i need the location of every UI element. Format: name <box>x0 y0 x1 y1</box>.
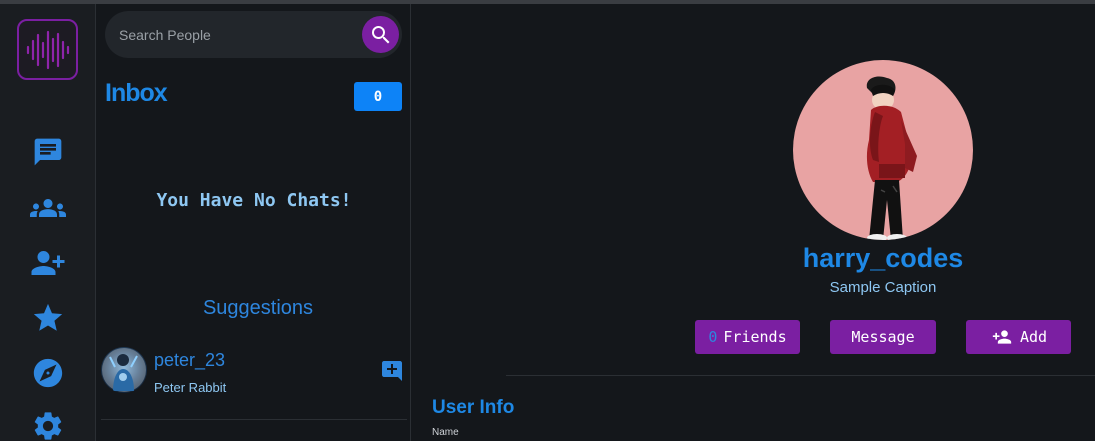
profile-avatar <box>793 60 973 240</box>
nav-groups-button[interactable] <box>28 190 68 226</box>
message-button[interactable]: Message <box>830 320 936 354</box>
profile-caption: Sample Caption <box>829 279 937 296</box>
friends-label: Friends <box>723 328 787 346</box>
nav-chats-button[interactable] <box>28 134 68 170</box>
add-friend-icon <box>31 251 65 275</box>
profile-figure <box>866 76 917 240</box>
nav-add-friend-button[interactable] <box>28 245 68 281</box>
name-label: Name <box>432 427 459 438</box>
suggestion-username[interactable]: peter_23 <box>154 350 225 371</box>
groups-icon <box>30 199 66 217</box>
search-bar <box>105 11 402 58</box>
suggestion-fullname: Peter Rabbit <box>154 380 227 395</box>
add-friend-button[interactable]: Add <box>966 320 1071 354</box>
user-info-title: User Info <box>432 397 515 418</box>
star-icon <box>33 303 63 331</box>
compass-icon <box>33 358 63 388</box>
chat-icon <box>34 138 62 166</box>
search-input[interactable] <box>119 23 349 47</box>
friends-button[interactable]: 0 Friends <box>695 320 800 354</box>
person-add-icon <box>992 330 1012 344</box>
divider <box>506 375 1095 376</box>
soundwave-icon <box>26 30 70 70</box>
nav-settings-button[interactable] <box>28 408 68 441</box>
add-comment-icon <box>382 361 402 381</box>
suggestion-item[interactable]: peter_23 Peter Rabbit <box>101 342 407 420</box>
start-chat-button[interactable] <box>380 359 404 383</box>
suggestions-title: Suggestions <box>202 297 314 319</box>
nav-explore-button[interactable] <box>28 355 68 391</box>
chat-column: Inbox 0 You Have No Chats! Suggestions p… <box>97 4 411 441</box>
inbox-title: Inbox <box>105 79 168 107</box>
profile-panel: harry_codes Sample Caption 0 Friends Mes… <box>412 4 1095 441</box>
friends-count: 0 <box>708 328 718 346</box>
inbox-count-badge: 0 <box>354 82 402 111</box>
add-label: Add <box>1019 328 1048 346</box>
avatar[interactable] <box>101 347 147 393</box>
nav-favorites-button[interactable] <box>28 300 68 336</box>
profile-username: harry_codes <box>802 243 964 273</box>
nav-rail <box>0 4 96 441</box>
search-icon <box>371 25 389 43</box>
user-avatar-figure <box>102 348 146 392</box>
empty-chats-message: You Have No Chats! <box>156 190 352 211</box>
search-button[interactable] <box>362 16 399 53</box>
settings-icon <box>34 412 62 440</box>
app-logo[interactable] <box>17 19 78 80</box>
message-label: Message <box>851 328 915 346</box>
